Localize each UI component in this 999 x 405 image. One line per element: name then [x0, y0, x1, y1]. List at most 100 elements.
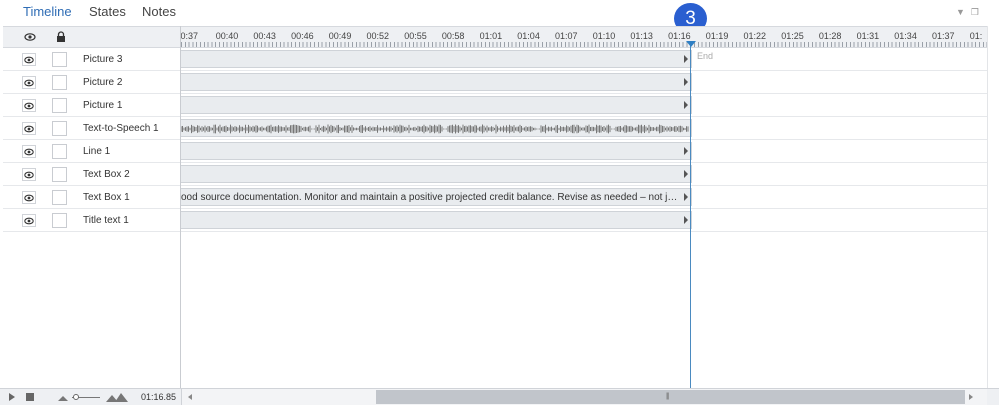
track-bar-text: ood source documentation. Monitor and ma… [181, 192, 681, 203]
tab-states[interactable]: States [89, 4, 126, 19]
layer-name[interactable]: Text Box 2 [83, 169, 130, 180]
horizontal-scrollbar[interactable]: ||| [181, 389, 987, 405]
stop-icon[interactable] [26, 393, 34, 401]
playback-bar: 01:16.85 ||| [0, 388, 999, 405]
lock-checkbox[interactable] [52, 144, 67, 159]
ruler-tick-label: 00:43 [253, 31, 276, 41]
ruler-tick-label: 01:04 [517, 31, 540, 41]
eye-icon[interactable] [22, 99, 36, 112]
ruler-tick-label: 00:52 [366, 31, 390, 41]
ruler-tick-label: 01:31 [856, 31, 880, 41]
lock-icon[interactable] [55, 31, 67, 43]
ruler-tick-label: 00:58 [441, 31, 465, 41]
playhead-line[interactable] [690, 44, 691, 389]
layer-name[interactable]: Title text 1 [83, 215, 129, 226]
lock-checkbox[interactable] [52, 190, 67, 205]
layer-name[interactable]: Text-to-Speech 1 [83, 123, 159, 134]
ruler-tick-label: 01:25 [781, 31, 804, 41]
track-row [181, 94, 987, 117]
ruler-ticks [181, 42, 987, 47]
playhead-marker-icon[interactable] [686, 41, 696, 47]
layer-name[interactable]: Picture 2 [83, 77, 122, 88]
ruler-tick-label: :0:37 [181, 31, 199, 41]
track-bar[interactable]: ood source documentation. Monitor and ma… [181, 188, 692, 206]
layer-row[interactable]: Text Box 2 [3, 163, 181, 186]
eye-icon[interactable] [22, 191, 36, 204]
timeline-tracks: ood source documentation. Monitor and ma… [181, 48, 987, 232]
eye-icon[interactable] [24, 31, 36, 43]
expand-arrow-icon[interactable] [684, 78, 688, 86]
layer-row[interactable]: Line 1 [3, 140, 181, 163]
layer-row[interactable]: Title text 1 [3, 209, 181, 232]
ruler-tick-label: 01:01 [479, 31, 503, 41]
tab-notes[interactable]: Notes [142, 4, 176, 19]
layer-name[interactable]: Text Box 1 [83, 192, 130, 203]
eye-icon[interactable] [22, 145, 36, 158]
track-bar[interactable] [181, 96, 692, 114]
layer-row[interactable]: Text-to-Speech 1 [3, 117, 181, 140]
layer-row[interactable]: Picture 3 [3, 48, 181, 71]
lock-checkbox[interactable] [52, 98, 67, 113]
layer-list: Picture 3 Picture 2 Picture 1 Text-to-Sp… [3, 48, 181, 232]
layer-row[interactable]: Text Box 1 [3, 186, 181, 209]
track-row [181, 163, 987, 186]
end-label: End [697, 51, 714, 61]
audio-track-bar[interactable] [181, 119, 692, 137]
ruler-tick-label: 01:13 [630, 31, 653, 41]
eye-icon[interactable] [22, 122, 36, 135]
track-bar[interactable] [181, 50, 692, 68]
zoom-in-icon[interactable] [106, 393, 128, 402]
lock-checkbox[interactable] [52, 52, 67, 67]
lock-checkbox[interactable] [52, 213, 67, 228]
tab-bar: Timeline States Notes ▼ ❐ [0, 0, 999, 26]
eye-icon[interactable] [22, 168, 36, 181]
track-bar[interactable] [181, 211, 692, 229]
layer-name[interactable]: Picture 3 [83, 54, 122, 65]
lock-checkbox[interactable] [52, 121, 67, 136]
timeline-ruler[interactable]: :0:37 00:40 00:43 00:46 00:49 00:52 00:55 00:58… [181, 26, 987, 48]
scroll-left-icon[interactable] [188, 394, 192, 400]
expand-arrow-icon[interactable] [684, 147, 688, 155]
scroll-right-icon[interactable] [969, 394, 973, 400]
dropdown-arrow-icon[interactable]: ▼ [956, 7, 965, 18]
vertical-scrollbar[interactable] [987, 26, 999, 388]
lock-checkbox[interactable] [52, 75, 67, 90]
eye-icon[interactable] [22, 214, 36, 227]
expand-arrow-icon[interactable] [684, 193, 688, 201]
track-bar[interactable] [181, 165, 692, 183]
ruler-tick-label: 00:40 [215, 31, 239, 41]
play-icon[interactable] [9, 393, 15, 401]
expand-arrow-icon[interactable] [684, 216, 688, 224]
expand-arrow-icon[interactable] [684, 55, 688, 63]
ruler-tick-label: 01: [969, 31, 983, 41]
zoom-out-icon[interactable] [58, 396, 68, 401]
panel-controls: ▼ ❐ [956, 7, 979, 18]
layer-row[interactable]: Picture 2 [3, 71, 181, 94]
ruler-tick-label: 01:22 [743, 31, 767, 41]
layer-name[interactable]: Picture 1 [83, 100, 122, 111]
ruler-tick-label: 01:28 [818, 31, 842, 41]
tab-timeline[interactable]: Timeline [23, 4, 72, 19]
track-row [181, 209, 987, 232]
track-row [181, 117, 987, 140]
ruler-tick-label: 01:19 [705, 31, 729, 41]
current-time: 01:16.85 [141, 392, 177, 402]
track-row: ood source documentation. Monitor and ma… [181, 186, 987, 209]
scrollbar-thumb[interactable]: ||| [376, 390, 965, 404]
layer-row[interactable]: Picture 1 [3, 94, 181, 117]
ruler-tick-label: 01:07 [555, 31, 578, 41]
ruler-tick-label: 01:37 [932, 31, 955, 41]
track-bar[interactable] [181, 73, 692, 91]
track-bar[interactable] [181, 142, 692, 160]
expand-arrow-icon[interactable] [684, 170, 688, 178]
grip-icon: ||| [666, 393, 670, 400]
restore-window-icon[interactable]: ❐ [971, 7, 979, 18]
layer-name[interactable]: Line 1 [83, 146, 110, 157]
eye-icon[interactable] [22, 76, 36, 89]
zoom-slider-handle[interactable] [73, 394, 79, 400]
track-row [181, 71, 987, 94]
eye-icon[interactable] [22, 53, 36, 66]
expand-arrow-icon[interactable] [684, 101, 688, 109]
lock-checkbox[interactable] [52, 167, 67, 182]
ruler-tick-label: 01:10 [592, 31, 616, 41]
